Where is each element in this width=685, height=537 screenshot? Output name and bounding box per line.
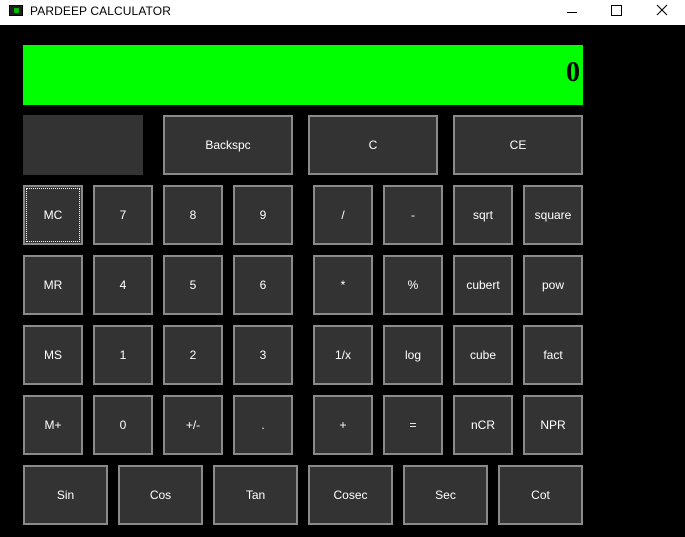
- decimal-point-button[interactable]: .: [233, 395, 293, 455]
- minimize-button[interactable]: [550, 0, 594, 25]
- minus-button[interactable]: -: [383, 185, 443, 245]
- calculator-display: 0: [23, 45, 583, 105]
- clear-entry-button[interactable]: CE: [453, 115, 583, 175]
- digit-3-button[interactable]: 3: [233, 325, 293, 385]
- square-button[interactable]: square: [523, 185, 583, 245]
- plus-minus-button[interactable]: +/-: [163, 395, 223, 455]
- divide-button[interactable]: /: [313, 185, 373, 245]
- npr-button[interactable]: NPR: [523, 395, 583, 455]
- multiply-button[interactable]: *: [313, 255, 373, 315]
- digit-5-button[interactable]: 5: [163, 255, 223, 315]
- display-value: 0: [566, 57, 580, 88]
- cube-root-button[interactable]: cubert: [453, 255, 513, 315]
- memory-clear-button[interactable]: MC: [23, 185, 83, 245]
- log-button[interactable]: log: [383, 325, 443, 385]
- blank-panel: [23, 115, 143, 175]
- digit-7-button[interactable]: 7: [93, 185, 153, 245]
- backspace-button[interactable]: Backspc: [163, 115, 293, 175]
- percent-button[interactable]: %: [383, 255, 443, 315]
- digit-8-button[interactable]: 8: [163, 185, 223, 245]
- reciprocal-button[interactable]: 1/x: [313, 325, 373, 385]
- cube-button[interactable]: cube: [453, 325, 513, 385]
- power-button[interactable]: pow: [523, 255, 583, 315]
- sqrt-button[interactable]: sqrt: [453, 185, 513, 245]
- cosec-button[interactable]: Cosec: [308, 465, 393, 525]
- memory-add-button[interactable]: M+: [23, 395, 83, 455]
- title-bar: PARDEEP CALCULATOR: [0, 0, 685, 25]
- sec-button[interactable]: Sec: [403, 465, 488, 525]
- memory-store-button[interactable]: MS: [23, 325, 83, 385]
- memory-recall-button[interactable]: MR: [23, 255, 83, 315]
- digit-2-button[interactable]: 2: [163, 325, 223, 385]
- clear-button[interactable]: C: [308, 115, 438, 175]
- digit-6-button[interactable]: 6: [233, 255, 293, 315]
- digit-0-button[interactable]: 0: [93, 395, 153, 455]
- maximize-icon: [611, 5, 622, 16]
- equals-button[interactable]: =: [383, 395, 443, 455]
- maximize-button[interactable]: [594, 0, 638, 25]
- ncr-button[interactable]: nCR: [453, 395, 513, 455]
- plus-button[interactable]: +: [313, 395, 373, 455]
- digit-4-button[interactable]: 4: [93, 255, 153, 315]
- cos-button[interactable]: Cos: [118, 465, 203, 525]
- minimize-icon: [567, 12, 577, 13]
- tan-button[interactable]: Tan: [213, 465, 298, 525]
- window-title: PARDEEP CALCULATOR: [30, 4, 171, 18]
- close-icon: [656, 4, 668, 16]
- digit-9-button[interactable]: 9: [233, 185, 293, 245]
- calculator-app-icon: [9, 5, 23, 16]
- cot-button[interactable]: Cot: [498, 465, 583, 525]
- digit-1-button[interactable]: 1: [93, 325, 153, 385]
- sin-button[interactable]: Sin: [23, 465, 108, 525]
- factorial-button[interactable]: fact: [523, 325, 583, 385]
- close-button[interactable]: [640, 0, 684, 25]
